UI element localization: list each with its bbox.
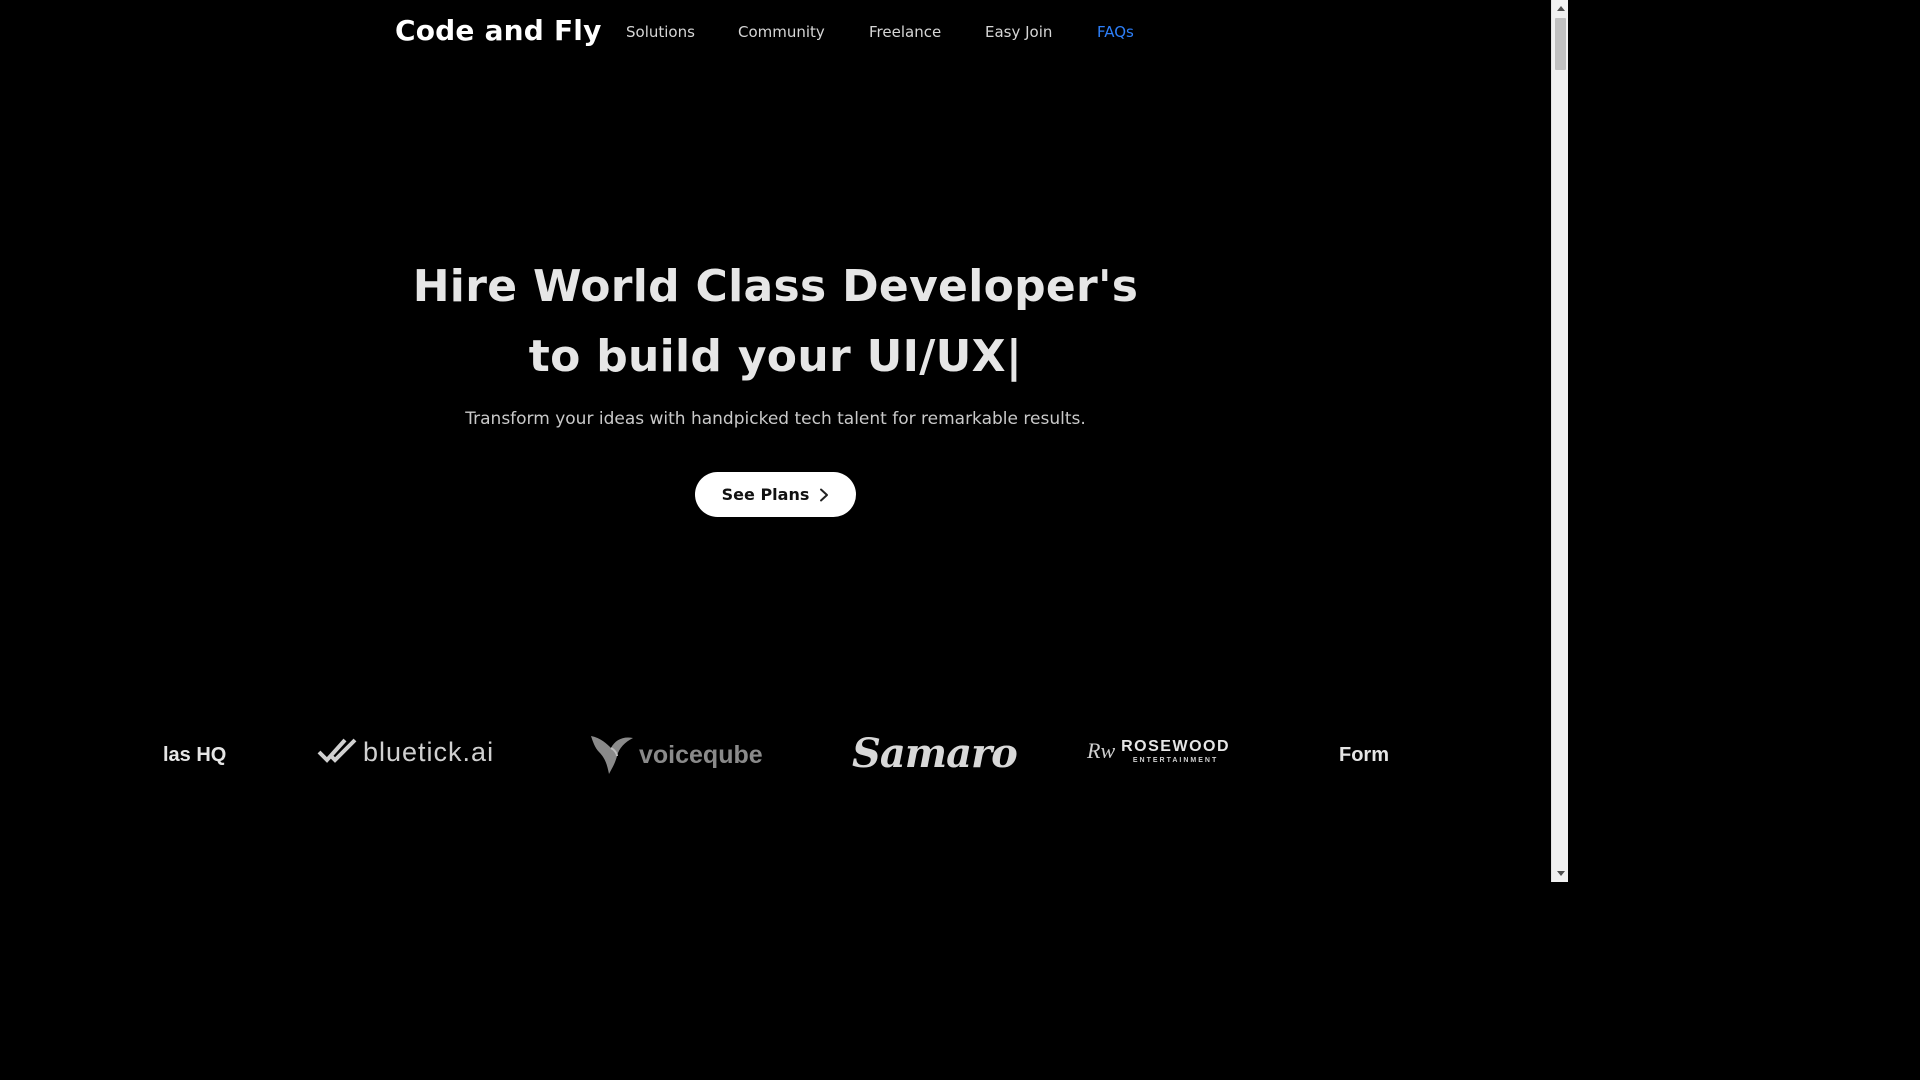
top-nav: Code and Fly Solutions Community Freelan… [0, 0, 1551, 68]
logo-bluetick-text: bluetick.ai [363, 736, 495, 767]
hero-title: Hire World Class Developer's to build yo… [0, 252, 1551, 392]
see-plans-button[interactable]: See Plans [695, 472, 856, 517]
brand-logo[interactable]: Code and Fly [395, 14, 602, 47]
hero-title-line-2: to build your UI/UX| [528, 331, 1023, 382]
double-check-icon [317, 736, 359, 768]
chevron-right-icon [819, 488, 829, 502]
see-plans-label: See Plans [721, 485, 810, 504]
logo-rosewood-text: ROSEWOOD [1121, 738, 1231, 755]
hero-title-line-1: Hire World Class Developer's [412, 261, 1139, 312]
nav-link-community[interactable]: Community [738, 23, 825, 41]
hero-subtitle: Transform your ideas with handpicked tec… [465, 409, 1086, 429]
nav-link-faqs[interactable]: FAQs [1097, 23, 1134, 41]
logo-form-text: Form [1339, 744, 1389, 766]
logo-atlas: las HQ [163, 744, 226, 767]
logo-voiceqube: voiceqube [589, 732, 763, 778]
logo-form: Form [1339, 744, 1389, 767]
page: Code and Fly Solutions Community Freelan… [0, 0, 1568, 882]
logo-voiceqube-text: voiceqube [639, 740, 763, 769]
client-logos-strip: las HQ bluetick.ai voiceqube Samaro Rw R… [0, 720, 1551, 790]
logo-samaro-text: Samaro [852, 730, 1018, 777]
logo-atlas-text: las HQ [163, 744, 227, 766]
logo-rosewood-mark: Rw [1087, 738, 1116, 763]
bird-icon [589, 732, 635, 778]
nav-link-easy-join[interactable]: Easy Join [985, 23, 1052, 41]
logo-rosewood: Rw ROSEWOOD ENTERTAINMENT [1087, 738, 1230, 764]
scroll-down-arrow-icon[interactable] [1552, 865, 1569, 882]
scroll-up-arrow-icon[interactable] [1552, 0, 1569, 17]
logo-rosewood-wordmark: ROSEWOOD ENTERTAINMENT [1121, 738, 1230, 764]
nav-link-freelance[interactable]: Freelance [869, 23, 941, 41]
logo-bluetick: bluetick.ai [317, 736, 494, 768]
nav-link-solutions[interactable]: Solutions [626, 23, 695, 41]
scrollbar-thumb[interactable] [1555, 18, 1566, 70]
vertical-scrollbar[interactable] [1551, 0, 1568, 882]
logo-samaro: Samaro [852, 730, 1018, 777]
logo-rosewood-subtext: ENTERTAINMENT [1132, 757, 1219, 764]
